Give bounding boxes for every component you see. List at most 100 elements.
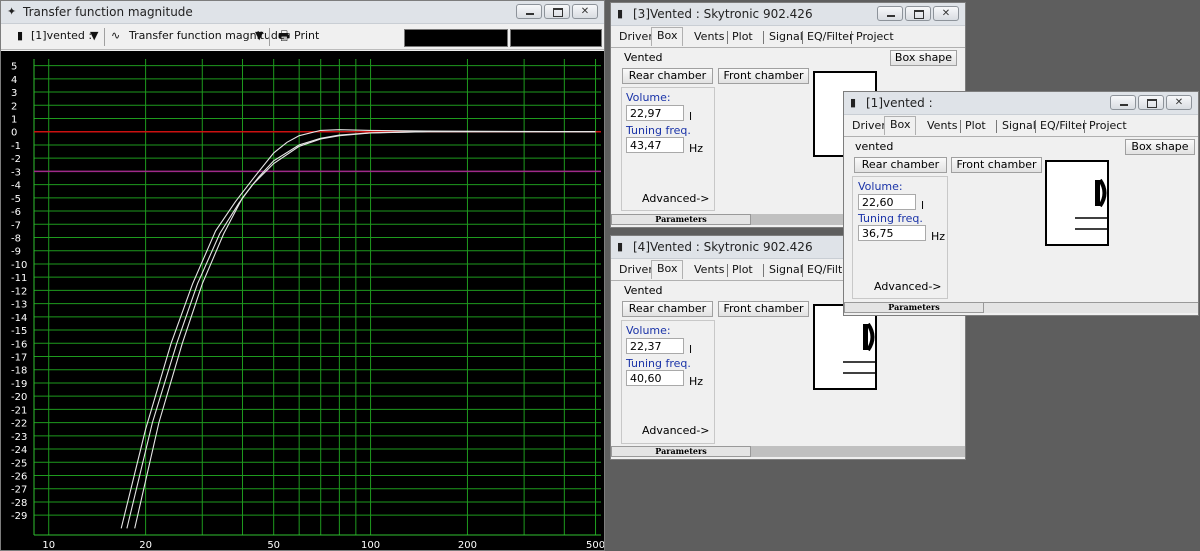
box3-tabs: Driver Box Vents Plot Signal EQ/Filter P… bbox=[611, 27, 965, 48]
box-diagram bbox=[1045, 160, 1109, 246]
tab-eq-filter[interactable]: EQ/Filter bbox=[807, 30, 854, 43]
box-shape-button[interactable]: Box shape bbox=[1125, 139, 1195, 155]
x-tick-label: 100 bbox=[361, 540, 380, 551]
y-tick-label: -29 bbox=[11, 511, 27, 522]
front-chamber-button[interactable]: Front chamber bbox=[951, 157, 1042, 173]
status-bar-fill bbox=[984, 302, 1198, 313]
box-diagram bbox=[813, 304, 877, 390]
tab-box[interactable]: Box bbox=[884, 116, 917, 135]
transfer-function-chart: 543210-1-2-3-4-5-6-7-8-9-10-11-12-13-14-… bbox=[11, 59, 604, 551]
tab-driver[interactable]: Driver bbox=[619, 263, 653, 276]
y-tick-label: -24 bbox=[11, 445, 27, 456]
tab-signal[interactable]: Signal bbox=[769, 30, 803, 43]
close-button[interactable] bbox=[1166, 95, 1192, 110]
tab-signal[interactable]: Signal bbox=[769, 263, 803, 276]
box1-status-bar: Parameters bbox=[844, 302, 984, 313]
project-select[interactable]: [1]vented : bbox=[31, 29, 92, 42]
volume-label: Volume: bbox=[858, 180, 903, 193]
y-tick-label: -9 bbox=[11, 247, 21, 258]
box-type-field[interactable]: Vented bbox=[621, 50, 886, 66]
tuning-freq-input[interactable]: 43,47 bbox=[626, 137, 684, 153]
advanced-button[interactable]: Advanced-> bbox=[642, 192, 710, 205]
box-shape-button[interactable]: Box shape bbox=[890, 50, 957, 66]
crosshair-icon: ✦ bbox=[7, 5, 17, 18]
tuning-freq-label: Tuning freq. bbox=[626, 357, 691, 370]
y-tick-label: -1 bbox=[11, 141, 21, 152]
y-tick-label: -13 bbox=[11, 300, 27, 311]
tab-vents[interactable]: Vents bbox=[927, 119, 957, 132]
front-chamber-button[interactable]: Front chamber bbox=[718, 301, 809, 317]
tab-plot[interactable]: Plot bbox=[965, 119, 986, 132]
tab-vents[interactable]: Vents bbox=[694, 30, 724, 43]
speaker-icon: ▮ bbox=[850, 96, 857, 109]
close-button[interactable] bbox=[933, 6, 959, 21]
y-tick-label: -10 bbox=[11, 260, 27, 271]
y-tick-label: 5 bbox=[11, 62, 17, 73]
volume-input[interactable]: 22,97 bbox=[626, 105, 684, 121]
tab-project[interactable]: Project bbox=[1089, 119, 1127, 132]
tab-eq-filter[interactable]: EQ/Filter bbox=[1040, 119, 1087, 132]
waveform-icon: ∿ bbox=[111, 29, 121, 42]
box3-title-bar[interactable]: ▮ [3]Vented : Skytronic 902.426 bbox=[611, 3, 965, 26]
y-tick-label: -19 bbox=[11, 379, 27, 390]
view-dropdown-arrow-icon[interactable]: ▼ bbox=[255, 29, 263, 42]
y-tick-label: 3 bbox=[11, 88, 17, 99]
print-button[interactable]: Print bbox=[294, 29, 319, 42]
minimize-button[interactable] bbox=[516, 4, 542, 19]
front-chamber-button[interactable]: Front chamber bbox=[718, 68, 809, 84]
tuning-freq-unit: Hz bbox=[931, 230, 946, 243]
tab-plot[interactable]: Plot bbox=[732, 263, 753, 276]
speaker-driver-icon bbox=[1075, 178, 1107, 230]
tab-box[interactable]: Box bbox=[651, 260, 684, 279]
tab-signal[interactable]: Signal bbox=[1002, 119, 1036, 132]
box1-title-bar[interactable]: ▮ [1]vented : bbox=[844, 92, 1198, 115]
tuning-freq-label: Tuning freq. bbox=[858, 212, 923, 225]
box3-title: [3]Vented : Skytronic 902.426 bbox=[633, 7, 813, 21]
y-tick-label: -17 bbox=[11, 353, 27, 364]
plot-title-bar[interactable]: ✦ Transfer function magnitude bbox=[1, 1, 604, 24]
speaker-icon: ▮ bbox=[17, 29, 24, 42]
minimize-button[interactable] bbox=[1110, 95, 1136, 110]
plot-area[interactable]: 5 4 3 2 1 0 -1 -2 -3 -4 -5 -6 -7 -8 -9 -10 -11 -12 -13 -14-… bbox=[1, 51, 604, 551]
close-button[interactable] bbox=[572, 4, 598, 19]
rear-chamber-button[interactable]: Rear chamber bbox=[854, 157, 947, 173]
tab-box[interactable]: Box bbox=[651, 27, 684, 46]
box-type-field[interactable]: Vented bbox=[621, 283, 846, 299]
volume-input[interactable]: 22,60 bbox=[858, 194, 916, 210]
y-tick-label: -3 bbox=[11, 167, 21, 178]
advanced-button[interactable]: Advanced-> bbox=[642, 424, 710, 437]
y-tick-label: -12 bbox=[11, 286, 27, 297]
tuning-freq-unit: Hz bbox=[689, 142, 704, 155]
y-tick-label: 2 bbox=[11, 101, 17, 112]
y-tick-label: -18 bbox=[11, 366, 27, 377]
speaker-icon: ▮ bbox=[617, 240, 624, 253]
box4-title: [4]Vented : Skytronic 902.426 bbox=[633, 240, 813, 254]
printer-icon[interactable]: 🖶 bbox=[278, 27, 290, 49]
tab-driver[interactable]: Driver bbox=[619, 30, 653, 43]
y-tick-label: -27 bbox=[11, 485, 27, 496]
y-tick-label: -15 bbox=[11, 326, 27, 337]
volume-input[interactable]: 22,37 bbox=[626, 338, 684, 354]
parameters-status: Parameters bbox=[844, 302, 984, 313]
rear-chamber-button[interactable]: Rear chamber bbox=[622, 301, 713, 317]
y-tick-label: -26 bbox=[11, 472, 27, 483]
tab-project[interactable]: Project bbox=[856, 30, 894, 43]
rear-chamber-button[interactable]: Rear chamber bbox=[622, 68, 713, 84]
tab-vents[interactable]: Vents bbox=[694, 263, 724, 276]
maximize-button[interactable] bbox=[905, 6, 931, 21]
maximize-button[interactable] bbox=[544, 4, 570, 19]
tab-plot[interactable]: Plot bbox=[732, 30, 753, 43]
box-type-field[interactable]: vented bbox=[852, 139, 1121, 155]
rear-chamber-group: Volume: 22,97 l Tuning freq. 43,47 Hz Ad… bbox=[621, 87, 715, 211]
rear-chamber-group: Volume: 22,37 l Tuning freq. 40,60 Hz Ad… bbox=[621, 320, 715, 444]
box1-tabs: Driver Box Vents Plot Signal EQ/Filter P… bbox=[844, 116, 1198, 137]
maximize-button[interactable] bbox=[1138, 95, 1164, 110]
advanced-button[interactable]: Advanced-> bbox=[874, 280, 942, 293]
project-dropdown-arrow-icon[interactable]: ▼ bbox=[90, 29, 98, 42]
parameters-status: Parameters bbox=[611, 446, 751, 457]
tab-driver[interactable]: Driver bbox=[852, 119, 886, 132]
tuning-freq-input[interactable]: 36,75 bbox=[858, 225, 926, 241]
tuning-freq-input[interactable]: 40,60 bbox=[626, 370, 684, 386]
y-tick-label: 1 bbox=[11, 115, 17, 126]
minimize-button[interactable] bbox=[877, 6, 903, 21]
